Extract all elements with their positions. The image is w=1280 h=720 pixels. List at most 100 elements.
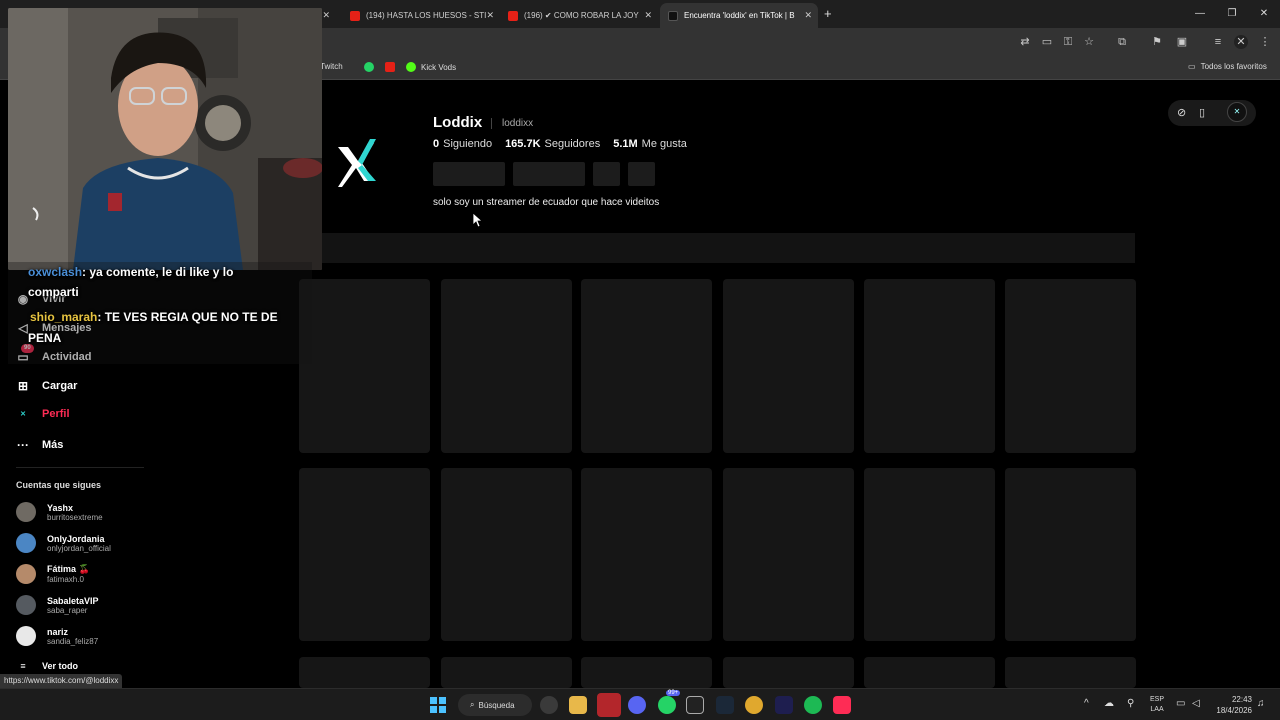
bookmark-twitch[interactable]: Twitch	[320, 62, 343, 71]
windows-start-icon[interactable]	[430, 697, 446, 713]
add-friend-button-placeholder[interactable]	[593, 162, 620, 186]
clock-date: 18/4/2026	[1216, 706, 1252, 715]
followed-account[interactable]: Fátima 🍒 fatimaxh.0	[16, 564, 90, 584]
key-icon[interactable]: ⚿	[1061, 35, 1075, 49]
video-card[interactable]	[723, 279, 854, 453]
video-card[interactable]	[581, 279, 712, 453]
spotify-icon[interactable]	[804, 696, 822, 714]
close-icon[interactable]: ✕	[486, 10, 494, 21]
video-card[interactable]	[581, 657, 712, 688]
tab-youtube-1[interactable]: (194) HASTA LOS HUESOS - STI ✕	[342, 3, 500, 28]
close-icon[interactable]: ✕	[322, 10, 330, 21]
profile-avatar-logo	[332, 135, 382, 189]
followed-account[interactable]: OnlyJordania onlyjordan_official	[16, 533, 111, 553]
profile-avatar-icon[interactable]: ✕	[1234, 35, 1248, 49]
restore-icon[interactable]: ❐	[1216, 0, 1248, 28]
video-card[interactable]	[441, 657, 572, 688]
followed-account[interactable]: Yashx burritosextreme	[16, 502, 103, 522]
premiere-icon[interactable]	[775, 696, 793, 714]
close-window-icon[interactable]: ✕	[1248, 0, 1280, 28]
following-accounts-title: Cuentas que sigues	[16, 480, 102, 490]
file-explorer-icon[interactable]	[569, 696, 587, 714]
followed-account[interactable]: SabaletaVIP saba_raper	[16, 595, 99, 615]
video-card[interactable]	[299, 468, 430, 641]
user-avatar[interactable]: ✕	[1227, 102, 1247, 122]
bookmark-whatsapp[interactable]	[364, 62, 379, 72]
video-card[interactable]	[1005, 279, 1136, 453]
video-card[interactable]	[299, 279, 430, 453]
microphone-icon[interactable]: ⚲	[1127, 698, 1134, 709]
star-icon[interactable]: ☆	[1082, 35, 1096, 49]
message-button-placeholder[interactable]	[513, 162, 585, 186]
compass-icon[interactable]: ⊘	[1177, 106, 1186, 119]
account-handle: fatimaxh.0	[47, 575, 84, 584]
video-card[interactable]	[441, 279, 572, 453]
video-card[interactable]	[581, 468, 712, 641]
chat-message-cont: PENA	[28, 331, 62, 345]
network-icon[interactable]: ▭	[1176, 698, 1185, 709]
see-all-link[interactable]: ≡ Ver todo	[16, 661, 78, 671]
tab-close-hidden[interactable]: ✕	[320, 3, 336, 28]
reading-list-icon[interactable]: ≡	[1211, 35, 1225, 49]
video-card[interactable]	[864, 468, 995, 641]
account-name: Fátima 🍒	[47, 564, 90, 574]
followed-account[interactable]: nariz sandia_feliz87	[16, 626, 98, 646]
translate-icon[interactable]: ⇄	[1018, 35, 1032, 49]
app-icon[interactable]	[597, 693, 621, 717]
followers-label[interactable]: Seguidores	[545, 138, 601, 150]
followers-count: 165.7K	[505, 138, 541, 150]
following-label[interactable]: Siguiendo	[443, 138, 492, 150]
follow-button-placeholder[interactable]	[433, 162, 505, 186]
account-handle: onlyjordan_official	[47, 543, 111, 553]
tab-youtube-2[interactable]: (196) ✔ COMO ROBAR LA JOY ✕	[500, 3, 658, 28]
phone-icon[interactable]: ▯	[1199, 106, 1205, 119]
close-icon[interactable]: ✕	[804, 10, 812, 21]
video-card[interactable]	[1005, 657, 1136, 688]
video-card[interactable]	[1005, 468, 1136, 641]
video-card[interactable]	[299, 657, 430, 688]
cast-icon[interactable]: ▭	[1040, 35, 1054, 49]
all-favorites-folder[interactable]: ▭ Todos los favoritos	[1188, 62, 1267, 71]
plus-square-icon: ⊞	[17, 379, 29, 393]
volume-icon[interactable]: ◁	[1192, 698, 1200, 709]
collections-icon[interactable]: ▣	[1175, 35, 1189, 49]
bookmark-youtube[interactable]	[385, 62, 400, 72]
menu-dots-icon[interactable]: ⋮	[1258, 35, 1272, 49]
tiktok-icon[interactable]	[833, 696, 851, 714]
profile-handle: loddixx	[502, 118, 534, 129]
app-icon[interactable]	[540, 696, 558, 714]
chat-message: shio_marah: TE VES REGIA QUE NO TE DE	[30, 310, 278, 324]
extension-icon[interactable]: ⚑	[1150, 35, 1164, 49]
steam-icon[interactable]	[716, 696, 734, 714]
video-card[interactable]	[864, 657, 995, 688]
chrome-icon[interactable]	[745, 696, 763, 714]
share-button-placeholder[interactable]	[628, 162, 655, 186]
clock-time: 22:43	[1231, 695, 1252, 704]
sidebar-item-upload[interactable]: ⊞ Cargar	[16, 379, 78, 393]
close-icon[interactable]: ✕	[644, 10, 652, 21]
notification-bell-icon[interactable]: ♫	[1257, 698, 1265, 709]
clock[interactable]: 22:43 18/4/2026	[1206, 694, 1252, 716]
new-tab-button[interactable]: +	[824, 6, 832, 21]
video-card[interactable]	[864, 279, 995, 453]
youtube-icon	[385, 62, 395, 72]
language-indicator[interactable]: ESP LAA	[1150, 695, 1164, 715]
epic-games-icon[interactable]	[686, 696, 704, 714]
video-card[interactable]	[723, 657, 854, 688]
discord-badge: 99+	[666, 690, 681, 696]
tab-tiktok[interactable]: Encuentra 'loddix' en TikTok | B ✕	[660, 3, 818, 28]
bookmark-kick-vods[interactable]: Kick Vods	[406, 62, 456, 72]
video-card[interactable]	[441, 468, 572, 641]
video-card[interactable]	[723, 468, 854, 641]
sidebar-item-profile[interactable]: ✕ Perfil	[16, 408, 69, 420]
avatar	[16, 626, 36, 646]
bookmark-label: Twitch	[320, 62, 343, 71]
extensions-icon[interactable]: ⧉	[1115, 35, 1129, 49]
discord-icon[interactable]	[628, 696, 646, 714]
sidebar-item-more[interactable]: ··· Más	[16, 438, 63, 452]
minimize-icon[interactable]: —	[1184, 0, 1216, 28]
whatsapp-icon[interactable]: 99+	[658, 690, 681, 714]
chevron-up-icon[interactable]: ^	[1084, 698, 1089, 709]
taskbar-search[interactable]: ⌕ Búsqueda	[458, 694, 532, 716]
onedrive-icon[interactable]: ☁	[1104, 698, 1114, 709]
